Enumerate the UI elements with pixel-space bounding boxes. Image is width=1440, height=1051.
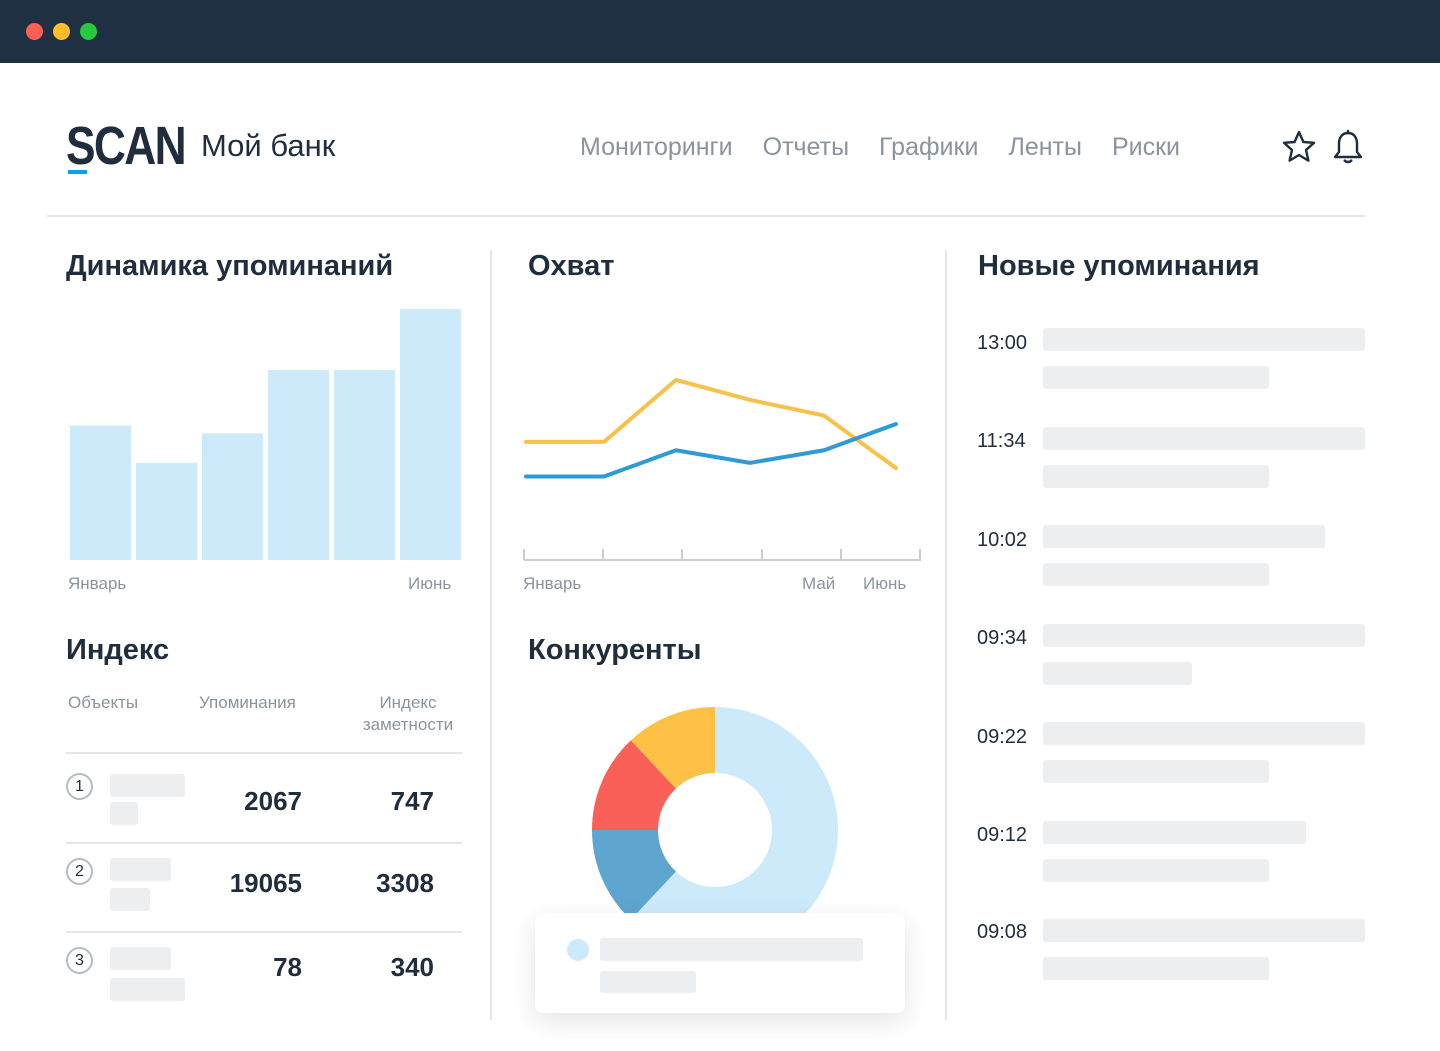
rank-badge: 2 <box>66 858 93 885</box>
tooltip-text-placeholder <box>600 938 863 961</box>
index-value: 340 <box>390 952 434 982</box>
page-title: Мой банк <box>201 128 336 163</box>
mention-text-placeholder <box>1043 957 1269 980</box>
index-value: 3308 <box>376 868 434 898</box>
mention-time: 09:22 <box>977 726 1028 748</box>
bell-icon[interactable] <box>1330 129 1366 165</box>
rank-badge: 1 <box>66 773 93 800</box>
table-divider <box>66 842 462 844</box>
competitors-title: Конкуренты <box>528 634 702 666</box>
mention-text-placeholder <box>1043 760 1269 783</box>
mentions-value: 78 <box>273 952 302 982</box>
nav-item-charts[interactable]: Графики <box>879 130 978 164</box>
x-axis-label-start: Январь <box>68 574 127 593</box>
nav-item-monitoring[interactable]: Мониторинги <box>580 130 733 164</box>
x-axis-label-end: Июнь <box>408 574 452 593</box>
x-axis-label-january: Январь <box>523 574 582 593</box>
series-line-2[interactable] <box>524 422 898 479</box>
nav-item-feeds[interactable]: Ленты <box>1008 130 1082 164</box>
mention-time: 10:02 <box>977 529 1028 551</box>
object-name-placeholder <box>110 888 150 911</box>
reach-line-chart <box>523 377 921 561</box>
mention-text-placeholder <box>1043 465 1269 488</box>
chart-tooltip <box>535 913 905 1013</box>
mention-text-placeholder <box>1043 366 1269 389</box>
mentions-value: 2067 <box>244 786 302 816</box>
object-name-placeholder <box>110 978 185 1001</box>
logo-accent-bar <box>68 170 87 174</box>
mention-text-placeholder <box>1043 328 1365 351</box>
x-axis-label-june: Июнь <box>863 574 907 593</box>
scan-logo[interactable]: SCAN <box>66 118 187 174</box>
bar[interactable] <box>400 309 461 560</box>
close-window-button[interactable] <box>26 23 43 40</box>
column-header-index: Индекс заметности <box>362 693 454 734</box>
dynamics-title: Динамика упоминаний <box>66 250 394 282</box>
mention-time: 09:08 <box>977 921 1028 943</box>
mention-text-placeholder <box>1043 821 1306 844</box>
mention-text-placeholder <box>1043 427 1365 450</box>
mentions-value: 19065 <box>229 868 302 898</box>
mention-text-placeholder <box>1043 859 1269 882</box>
minimize-window-button[interactable] <box>53 23 70 40</box>
column-header-mentions: Упоминания <box>199 693 296 712</box>
mention-text-placeholder <box>1043 563 1269 586</box>
legend-swatch <box>567 939 589 961</box>
object-name-placeholder <box>110 802 138 825</box>
column-divider <box>490 250 492 1020</box>
index-title: Индекс <box>66 634 170 666</box>
mentions-bar-chart <box>70 309 461 560</box>
competitors-donut-chart <box>592 707 839 915</box>
header-divider <box>47 215 1365 217</box>
mention-time: 09:12 <box>977 824 1028 846</box>
main-nav: Мониторинги Отчеты Графики Ленты Риски <box>580 130 1210 164</box>
nav-item-risks[interactable]: Риски <box>1112 130 1180 164</box>
mention-text-placeholder <box>1043 919 1365 942</box>
reach-title: Охват <box>528 250 615 282</box>
mention-time: 13:00 <box>977 332 1028 354</box>
bar[interactable] <box>268 370 329 560</box>
nav-item-reports[interactable]: Отчеты <box>763 130 849 164</box>
mention-text-placeholder <box>1043 624 1365 647</box>
bar[interactable] <box>70 425 131 560</box>
tooltip-text-placeholder <box>600 971 696 993</box>
mention-time: 11:34 <box>977 430 1026 452</box>
bar[interactable] <box>202 433 263 560</box>
mention-text-placeholder <box>1043 525 1325 548</box>
mention-text-placeholder <box>1043 662 1192 685</box>
x-axis-label-may: Май <box>802 574 836 593</box>
column-divider <box>945 250 947 1020</box>
new-mentions-title: Новые упоминания <box>978 250 1260 282</box>
column-header-objects: Объекты <box>68 693 139 712</box>
window-titlebar <box>0 0 1440 63</box>
index-value: 747 <box>390 786 434 816</box>
object-name-placeholder <box>110 947 171 970</box>
star-icon[interactable] <box>1281 129 1317 165</box>
object-name-placeholder <box>110 774 185 797</box>
table-divider <box>66 752 462 754</box>
maximize-window-button[interactable] <box>80 23 97 40</box>
table-divider <box>66 931 462 933</box>
bar[interactable] <box>334 370 395 560</box>
mention-time: 09:34 <box>977 627 1028 649</box>
rank-badge: 3 <box>66 947 93 974</box>
mention-text-placeholder <box>1043 722 1365 745</box>
bar[interactable] <box>136 462 197 560</box>
object-name-placeholder <box>110 858 171 881</box>
